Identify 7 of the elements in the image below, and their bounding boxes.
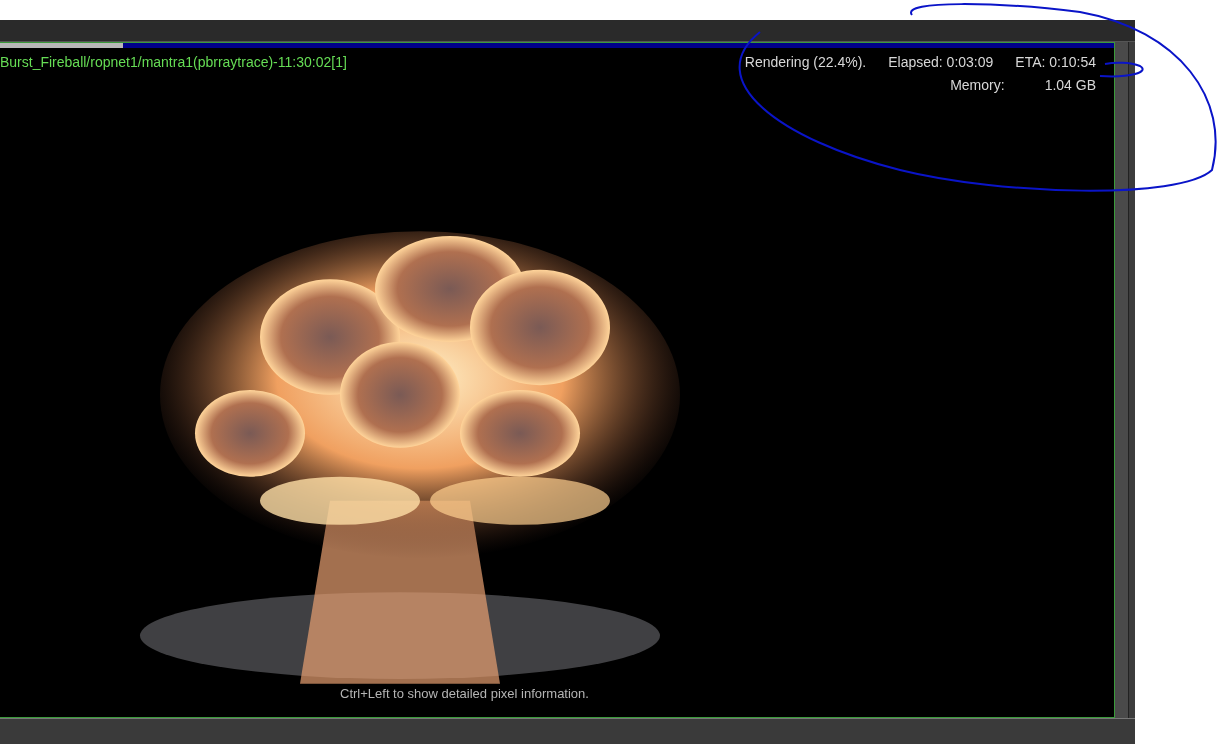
elapsed-time: Elapsed: 0:03:09 bbox=[888, 53, 994, 72]
memory-value: 1.04 GB bbox=[1044, 76, 1096, 95]
memory-label: Memory: bbox=[950, 76, 1005, 95]
eta-time: ETA: 0:10:54 bbox=[1015, 53, 1096, 72]
pixel-info-hint: Ctrl+Left to show detailed pixel information. bbox=[340, 684, 589, 703]
render-status: Rendering (22.4%). bbox=[744, 53, 867, 72]
render-title: Burst_Fireball/ropnet1/mantra1(pbrraytrace)-11:30:02[1] bbox=[0, 53, 347, 72]
